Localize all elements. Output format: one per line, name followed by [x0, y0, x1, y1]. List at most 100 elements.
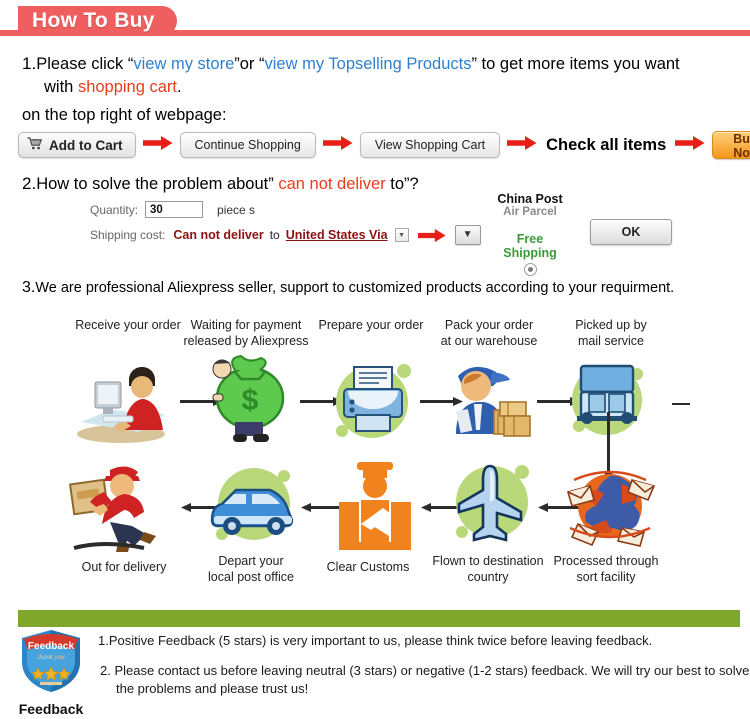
step-3-number: 3. [22, 279, 36, 296]
add-to-cart-label: Add to Cart [49, 137, 123, 153]
flow-label-text: Flown to destination country [432, 554, 544, 584]
flow-label-receive-your-order: Receive your order [62, 318, 194, 334]
arrow-right-icon-3 [507, 135, 537, 156]
flow-label-depart-your-local-post-office: Depart your local post office [185, 554, 317, 585]
delivery-courier-icon [66, 462, 176, 552]
feedback-shield-badge-icon: Feedback thank you [18, 630, 84, 698]
feedback-line-2: 2. Please contact us before leaving neut… [100, 663, 750, 678]
arrow-right-icon-4 [675, 135, 705, 156]
step-1-subtitle: on the top right of webpage: [22, 106, 227, 124]
person-at-computer-icon [73, 360, 183, 448]
globe-mail-icon [558, 458, 668, 547]
shopping-cart-icon [27, 137, 43, 153]
flow-label-text: Waiting for payment released by Aliexpre… [183, 318, 309, 348]
postal-van-icon [196, 460, 306, 548]
feedback-section-divider [18, 610, 740, 627]
step-1-part-3: to get more items you want [476, 55, 680, 73]
flow-label-flown-to-destination-country: Flown to destination country [422, 554, 554, 585]
flow-label-text: Receive your order [75, 318, 181, 332]
link-view-my-store[interactable]: view my store [133, 55, 234, 73]
step-1-part-4: with [44, 78, 78, 96]
country-dropdown-toggle[interactable]: ▼ [394, 228, 409, 242]
step-2-number: 2. [22, 174, 37, 193]
shipping-to-word: to [269, 228, 280, 242]
step-2-text: 2.How to solve the problem about” can no… [22, 172, 419, 197]
shipping-method-dropdown[interactable]: ▼ [454, 225, 481, 245]
shipping-carrier-block: China Post Air Parcel Free Shipping [480, 192, 580, 277]
flow-label-waiting-for-payment: Waiting for payment released by Aliexpre… [180, 318, 312, 349]
page-title: How To Buy [32, 9, 155, 32]
step-1-line-2: with shopping cart. [44, 76, 182, 100]
chevron-down-icon-large: ▼ [462, 229, 473, 240]
radio-selected-icon[interactable] [523, 263, 537, 277]
flow-label-text: Picked up by mail service [575, 318, 647, 348]
carrier-name: China Post [497, 192, 563, 206]
flow-label-text: Prepare your order [318, 318, 424, 332]
flow-connector-dash-icon [672, 394, 694, 412]
svg-text:$: $ [242, 384, 259, 417]
flow-label-picked-up-by-mail-service: Picked up by mail service [545, 318, 677, 349]
quantity-label: Quantity: [90, 202, 139, 217]
ok-button[interactable]: OK [590, 219, 672, 245]
flow-label-text: Depart your local post office [208, 554, 294, 584]
step-1-part-1: Please click [36, 55, 128, 73]
check-all-items-label: Check all items [546, 135, 667, 154]
quantity-input[interactable] [145, 201, 204, 218]
arrow-right-icon-5 [417, 228, 447, 243]
flow-label-text: Pack your order at our warehouse [440, 318, 538, 348]
feedback-badge-caption: Feedback [18, 701, 84, 717]
flow-label-text: Clear Customs [326, 560, 410, 574]
add-to-cart-button[interactable]: Add to Cart [18, 132, 136, 158]
continue-shopping-button[interactable]: Continue Shopping [179, 132, 316, 158]
shipping-cost-label: Shipping cost: [90, 228, 166, 242]
free-shipping-line-1: Free [516, 231, 544, 246]
view-shopping-cart-label: View Shopping Cart [374, 138, 486, 152]
buy-now-label: Buy Now [733, 132, 750, 160]
view-shopping-cart-button[interactable]: View Shopping Cart [359, 132, 501, 158]
step-1-part-2: or [239, 55, 260, 73]
checkout-flow-button-row: Add to Cart Continue Shopping View Shopp… [18, 130, 750, 160]
free-shipping-label: Free Shipping [480, 232, 580, 261]
warehouse-worker-icon [440, 354, 550, 442]
flow-label-text: Out for delivery [81, 560, 167, 574]
quantity-row: Quantity: piece s [90, 200, 481, 219]
step-2-part-1: How to solve the problem about” [36, 175, 279, 193]
airplane-icon [440, 458, 550, 546]
customs-officer-icon [325, 458, 435, 550]
quantity-unit-label: piece s [217, 202, 256, 217]
flow-label-text: Processed through sort facility [553, 554, 659, 584]
fulfillment-flow-diagram: Receive your order Waiting for payment r… [0, 312, 750, 597]
svg-text:Feedback: Feedback [28, 641, 75, 652]
link-view-my-topselling-products[interactable]: view my Topselling Products [265, 55, 472, 73]
flow-label-processed-through-sort-facility: Processed through sort facility [540, 554, 672, 585]
step-3-body: We are professional Aliexpress seller, s… [35, 280, 675, 296]
shipping-form: Quantity: piece s Shipping cost: Can not… [90, 200, 481, 245]
arrow-right-icon-1 [142, 135, 173, 156]
shopping-cart-highlight: shopping cart [77, 78, 178, 96]
shipping-cost-row: Shipping cost: Can not deliver to United… [90, 225, 481, 245]
feedback-line-3: the problems and please trust us! [116, 681, 309, 696]
free-shipping-line-2: Shipping [503, 245, 557, 260]
buy-now-button[interactable]: Buy Now [712, 131, 750, 160]
flow-label-prepare-your-order: Prepare your order [305, 318, 437, 334]
step-1-number: 1. [22, 54, 37, 73]
step-2-part-2: to”? [385, 175, 419, 193]
arrow-right-icon-2 [322, 135, 353, 156]
continue-shopping-label: Continue Shopping [194, 138, 301, 152]
flow-label-clear-customs: Clear Customs [302, 560, 434, 576]
printer-icon [318, 357, 428, 445]
chevron-down-icon-small: ▼ [398, 231, 406, 239]
shipping-country-link[interactable]: United States Via [286, 228, 388, 242]
step-1-part-5: . [177, 78, 182, 96]
ok-button-label: OK [621, 225, 641, 239]
can-not-deliver-highlight: can not deliver [278, 175, 386, 193]
money-bag-icon: $ [195, 352, 305, 442]
step-1-text: 1.Please click “view my store”or “view m… [22, 52, 734, 77]
feedback-line-1: 1.Positive Feedback (5 stars) is very im… [98, 633, 653, 648]
svg-text:thank you: thank you [37, 653, 65, 661]
flow-label-out-for-delivery: Out for delivery [58, 560, 190, 576]
page-title-tab: How To Buy [18, 6, 177, 36]
feedback-badge: Feedback thank you Feedback [10, 628, 92, 717]
flow-label-pack-your-order: Pack your order at our warehouse [423, 318, 555, 349]
step-3-text: 3.We are professional Aliexpress seller,… [22, 276, 674, 299]
